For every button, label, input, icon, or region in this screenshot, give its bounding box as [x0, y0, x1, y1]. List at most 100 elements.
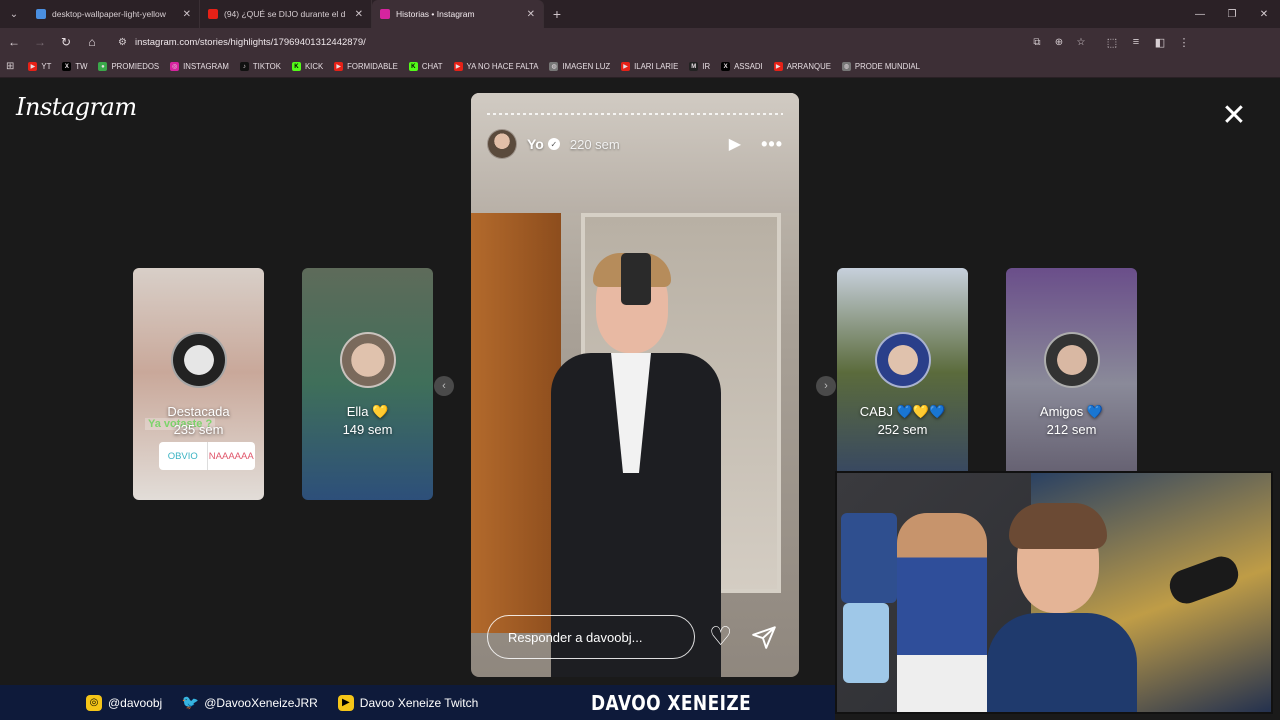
tab-wallpaper[interactable]: desktop-wallpaper-light-yellow ✕ [28, 0, 200, 28]
window-controls: — ❐ ✕ [1184, 0, 1280, 28]
close-tab-icon[interactable]: ✕ [183, 9, 191, 20]
instagram-icon: ◎ [86, 694, 102, 711]
open-in-app-icon[interactable]: ⧉ [1026, 37, 1048, 48]
video-icon: ▶ [337, 694, 354, 711]
story-progress-bar [487, 113, 783, 115]
media-control-icon[interactable]: ≡ [1124, 36, 1148, 48]
bookmark-star-icon[interactable]: ☆ [1070, 37, 1092, 48]
highlight-preview-amigos[interactable]: Amigos 💙 212 sem [1006, 268, 1137, 500]
tab-instagram[interactable]: Historias • Instagram ✕ [372, 0, 544, 28]
highlight-preview-cabj[interactable]: CABJ 💙💛💙 252 sem [837, 268, 968, 500]
bookmark-ya-no-hace-falta[interactable]: ▶ YA NO HACE FALTA [453, 62, 539, 71]
instagram-favicon-icon [380, 9, 390, 19]
extensions-icon[interactable]: ⬚ [1100, 36, 1124, 49]
bookmark-tiktok[interactable]: ♪ TIKTOK [239, 62, 281, 71]
close-window-icon[interactable]: ✕ [1248, 0, 1280, 28]
bookmark-chat[interactable]: K CHAT [408, 62, 443, 71]
youtube-favicon-icon [208, 9, 218, 19]
youtube-icon: ▶ [621, 62, 631, 71]
twitch-name-text: Davoo Xeneize Twitch [359, 695, 479, 710]
back-icon[interactable]: ← [2, 30, 26, 54]
twitter-handle: 🐦 @DavooXeneizeJRR [182, 694, 318, 711]
highlight-preview-ella[interactable]: Ella 💛 149 sem [302, 268, 433, 500]
bookmark-arranque[interactable]: ▶ ARRANQUE [773, 62, 831, 71]
more-options-icon[interactable]: ••• [761, 134, 783, 155]
bookmark-yt[interactable]: ▶ YT [28, 62, 51, 71]
like-heart-icon[interactable]: ♡ [709, 623, 732, 649]
menu-dots-icon[interactable]: ⋮ [1172, 36, 1196, 49]
send-icon[interactable] [751, 624, 777, 650]
twitter-handle-text: @DavooXeneizeJRR [204, 695, 318, 710]
zoom-icon[interactable]: ⊕ [1048, 37, 1070, 48]
instagram-logo[interactable]: Instagram [16, 93, 137, 121]
twitch-channel: ▶ Davoo Xeneize Twitch [337, 694, 479, 711]
apps-grid-icon[interactable]: ⊞ [6, 61, 14, 72]
kick-icon: K [291, 62, 301, 71]
story-photo-door [471, 213, 561, 633]
next-story-arrow-icon[interactable]: › [816, 376, 836, 396]
mk-icon: M [689, 62, 699, 71]
tab-title: desktop-wallpaper-light-yellow [52, 9, 166, 19]
poll-option-yes: OBVIO [167, 450, 198, 462]
tab-title: (94) ¿QUÉ se DIJO durante el d [224, 9, 346, 19]
previous-story-arrow-icon[interactable]: ‹ [434, 376, 454, 396]
close-tab-icon[interactable]: ✕ [355, 9, 363, 20]
wallpaper-tab-favicon-icon [36, 9, 46, 19]
promiedos-icon: ● [98, 62, 108, 71]
bookmark-assadi[interactable]: X ASSADI [721, 62, 763, 71]
new-tab-button[interactable]: + [544, 0, 570, 28]
story-time: 220 sem [569, 136, 620, 152]
bookmark-label: IR [702, 62, 711, 71]
bookmark-label: TW [75, 62, 88, 71]
reply-input[interactable]: Responder a davoobj... [487, 615, 695, 659]
kick-icon: K [408, 62, 418, 71]
bookmark-label: YT [41, 62, 52, 71]
globe-icon: ◍ [549, 62, 559, 71]
bookmark-label: ASSADI [734, 62, 763, 71]
bookmark-prode-mundial[interactable]: ◍ PRODE MUNDIAL [841, 62, 920, 71]
bookmark-formidable[interactable]: ▶ FORMIDABLE [334, 62, 398, 71]
bookmark-label: ILARI LARIE [634, 62, 679, 71]
forward-icon[interactable]: → [28, 30, 52, 54]
url-text: instagram.com/stories/highlights/1796940… [134, 36, 366, 48]
bookmark-label: PRODE MUNDIAL [854, 62, 920, 71]
bookmark-ilari-larie[interactable]: ▶ ILARI LARIE [621, 62, 678, 71]
minimize-icon[interactable]: — [1184, 0, 1216, 28]
story-card[interactable]: Yo ✓ 220 sem ▶ ••• Responder a davoobj..… [471, 93, 799, 677]
bookmark-promiedos[interactable]: ● PROMIEDOS [98, 62, 159, 71]
play-icon[interactable]: ▶ [729, 134, 741, 154]
stream-brand: DAVOO XENEIZE [591, 691, 752, 715]
story-username[interactable]: Yo [527, 136, 544, 152]
framed-jersey [843, 603, 889, 683]
site-info-icon[interactable]: ⚙ [118, 37, 127, 48]
person-phone [621, 253, 651, 305]
poll-option-no: NAAAAAA [206, 442, 256, 470]
home-icon[interactable]: ⌂ [80, 30, 104, 54]
bookmark-label: IMAGEN LUZ [562, 62, 611, 71]
tab-search-icon[interactable]: ⌄ [0, 0, 28, 28]
streamer-body [987, 613, 1137, 712]
highlight-time: 252 sem [877, 422, 928, 437]
webcam-overlay [835, 471, 1273, 714]
globe-icon: ◍ [841, 62, 851, 71]
close-tab-icon[interactable]: ✕ [527, 9, 535, 20]
tab-youtube[interactable]: (94) ¿QUÉ se DIJO durante el d ✕ [200, 0, 372, 28]
avatar[interactable] [487, 129, 517, 159]
profile-avatar-icon[interactable]: ◧ [1148, 36, 1172, 49]
story-photo-person [551, 253, 731, 677]
bookmark-kick[interactable]: K KICK [291, 62, 323, 71]
bookmark-ir[interactable]: M IR [689, 62, 710, 71]
bookmark-instagram[interactable]: ◎ INSTAGRAM [170, 62, 229, 71]
streamer [987, 503, 1137, 712]
bookmark-tw[interactable]: X TW [62, 62, 87, 71]
bookmark-imagen-luz[interactable]: ◍ IMAGEN LUZ [549, 62, 610, 71]
bookmark-label: YA NO HACE FALTA [466, 62, 539, 71]
highlight-preview-destacada[interactable]: Destacada Ya votaste ? 235 sem OBVIO NAA… [133, 268, 264, 500]
address-bar[interactable]: ⚙ instagram.com/stories/highlights/17969… [110, 31, 1100, 53]
youtube-icon: ▶ [28, 62, 38, 71]
highlight-avatar [875, 332, 931, 388]
close-icon[interactable]: ✕ [1220, 101, 1248, 131]
instagram-handle: ◎ @davoobj [86, 694, 162, 711]
restore-icon[interactable]: ❐ [1216, 0, 1248, 28]
reload-icon[interactable]: ↻ [54, 30, 78, 54]
